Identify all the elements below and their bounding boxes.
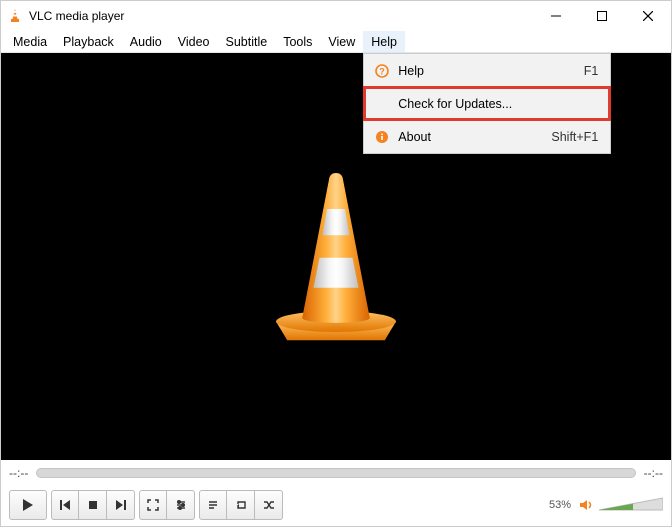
volume-percent: 53% — [549, 499, 571, 511]
next-button[interactable] — [107, 490, 135, 520]
svg-text:?: ? — [380, 66, 386, 76]
help-menu-item-label: Check for Updates... — [398, 97, 598, 111]
volume-control: 53% — [549, 496, 663, 514]
loop-button[interactable] — [227, 490, 255, 520]
help-menu-item-accel: F1 — [584, 64, 599, 78]
minimize-button[interactable] — [533, 1, 579, 31]
menu-tools[interactable]: Tools — [275, 31, 320, 52]
menu-help-label: Help — [371, 35, 397, 49]
menu-playback[interactable]: Playback — [55, 31, 122, 52]
window-controls — [533, 1, 671, 31]
playlist-button[interactable] — [199, 490, 227, 520]
help-menu-item-label: Help — [398, 64, 583, 78]
view-group — [139, 490, 195, 520]
play-button[interactable] — [9, 490, 47, 520]
close-button[interactable] — [625, 1, 671, 31]
previous-button[interactable] — [51, 490, 79, 520]
speaker-icon[interactable] — [579, 498, 595, 512]
bottom-panel: --:-- --:-- 53% — [1, 460, 671, 526]
misc-group — [199, 490, 283, 520]
extended-settings-button[interactable] — [167, 490, 195, 520]
menu-audio[interactable]: Audio — [122, 31, 170, 52]
help-menu-item-about[interactable]: About Shift+F1 — [364, 120, 610, 153]
window-title: VLC media player — [29, 9, 124, 23]
elapsed-time[interactable]: --:-- — [9, 466, 28, 480]
time-row: --:-- --:-- — [9, 464, 663, 482]
help-menu-item-accel: Shift+F1 — [551, 130, 598, 144]
volume-slider[interactable] — [599, 496, 663, 514]
menu-video[interactable]: Video — [170, 31, 218, 52]
vlc-logo-icon — [7, 8, 23, 24]
menu-view[interactable]: View — [320, 31, 363, 52]
info-icon — [372, 130, 392, 144]
controls-row: 53% — [9, 490, 663, 520]
help-menu-item-label: About — [398, 130, 551, 144]
seek-slider[interactable] — [36, 468, 635, 478]
vlc-cone-icon — [261, 164, 411, 349]
stop-button[interactable] — [79, 490, 107, 520]
help-dropdown: ? Help F1 Check for Updates... About Shi… — [363, 53, 611, 154]
fullscreen-button[interactable] — [139, 490, 167, 520]
menu-help[interactable]: Help ? Help F1 Check for Updates... Abou… — [363, 31, 405, 52]
menu-bar: Media Playback Audio Video Subtitle Tool… — [1, 31, 671, 53]
menu-subtitle[interactable]: Subtitle — [218, 31, 276, 52]
help-icon: ? — [372, 64, 392, 78]
title-bar: VLC media player — [1, 1, 671, 31]
total-time[interactable]: --:-- — [644, 466, 663, 480]
menu-media[interactable]: Media — [5, 31, 55, 52]
shuffle-button[interactable] — [255, 490, 283, 520]
help-menu-item-help[interactable]: ? Help F1 — [364, 54, 610, 87]
playback-group — [51, 490, 135, 520]
help-menu-item-check-updates[interactable]: Check for Updates... — [364, 87, 610, 120]
maximize-button[interactable] — [579, 1, 625, 31]
